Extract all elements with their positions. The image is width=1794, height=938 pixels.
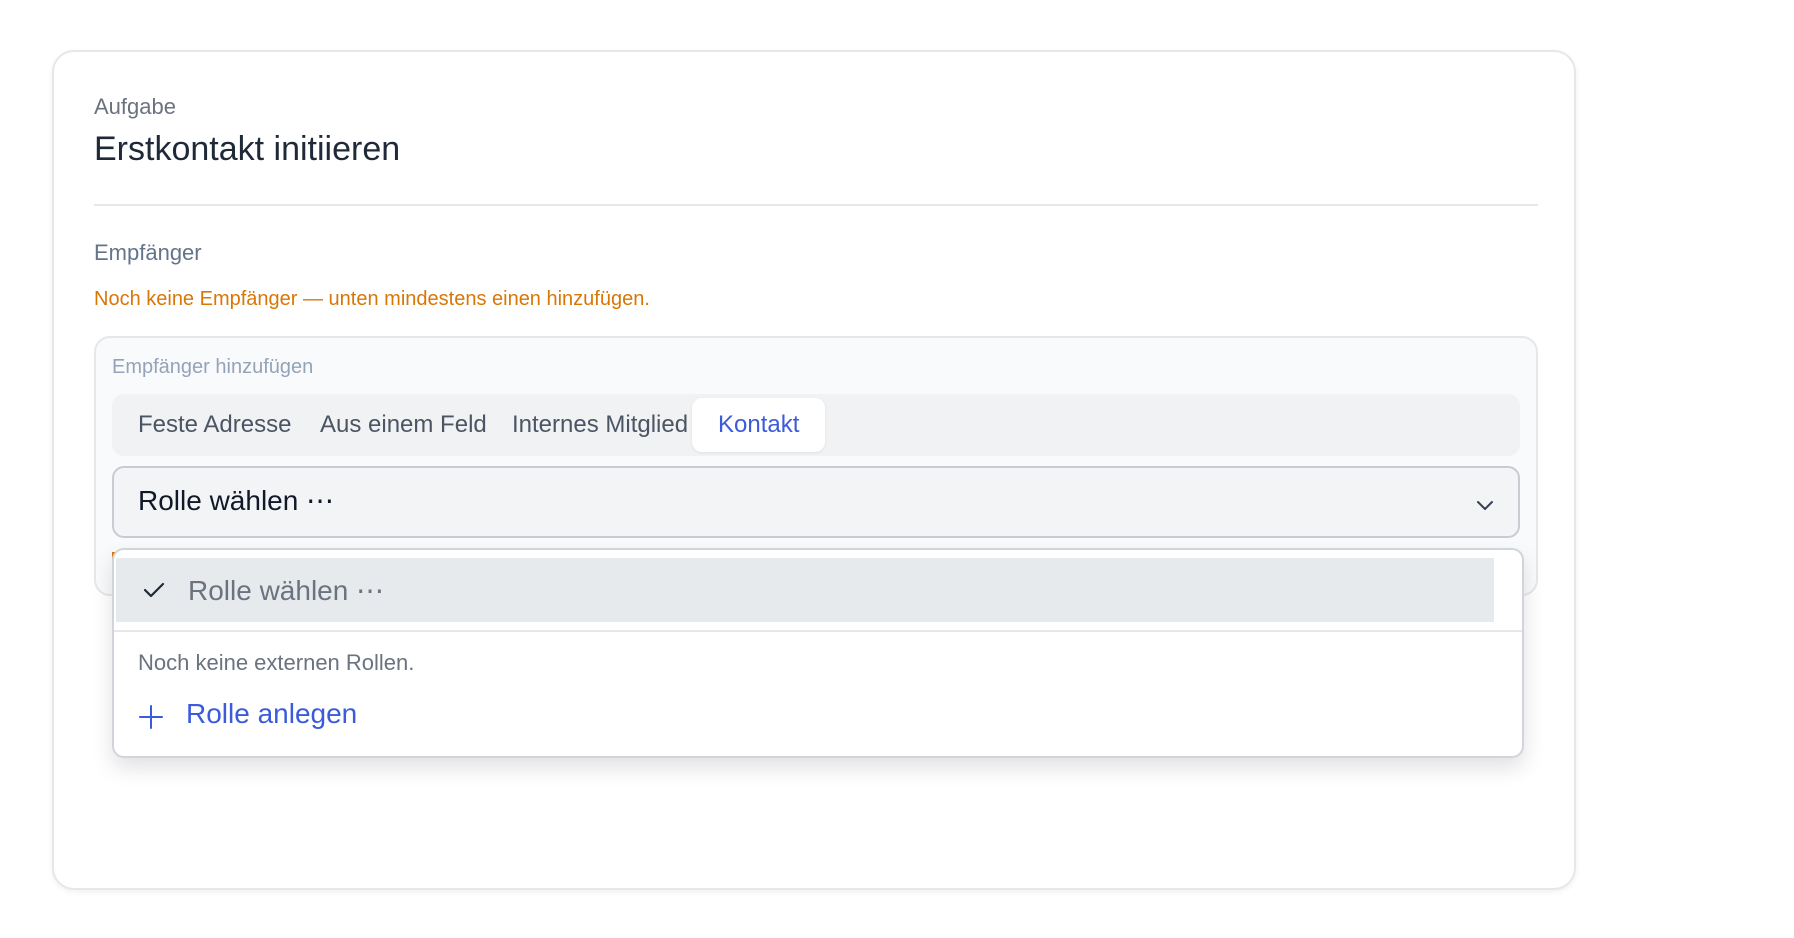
create-role-label: Rolle anlegen <box>186 698 358 729</box>
tab-feste-adresse[interactable]: Feste Adresse <box>112 398 317 452</box>
tab-kontakt[interactable]: Kontakt <box>692 398 826 452</box>
task-card: Aufgabe Erstkontakt initiieren Empfänger… <box>52 50 1576 890</box>
header-divider <box>94 204 1538 206</box>
section-kicker: Aufgabe <box>94 94 176 119</box>
role-dropdown-menu: Rolle wählen ⋯ Noch keine externen Rolle… <box>112 548 1524 758</box>
role-select-value: Rolle wählen ⋯ <box>138 485 335 516</box>
add-recipient-title: Empfänger hinzufügen <box>112 356 314 378</box>
no-roles-note: Noch keine externen Rollen. <box>138 650 415 675</box>
dropdown-divider <box>114 630 1522 632</box>
role-option-label: Rolle wählen ⋯ <box>188 575 385 606</box>
role-option-placeholder[interactable]: Rolle wählen ⋯ <box>116 558 1494 622</box>
page-title: Erstkontakt initiieren <box>94 130 401 168</box>
recipient-type-tabs: Feste Adresse Aus einem Feld Internes Mi… <box>112 394 1520 456</box>
tab-aus-einem-feld[interactable]: Aus einem Feld <box>294 398 513 452</box>
tab-internes-mitglied[interactable]: Internes Mitglied <box>486 398 714 452</box>
chevron-down-icon <box>1477 501 1493 510</box>
plus-icon <box>139 705 163 729</box>
recipients-label: Empfänger <box>94 240 202 265</box>
role-select[interactable]: Rolle wählen ⋯ <box>112 466 1520 538</box>
check-icon <box>143 582 165 598</box>
recipients-warning: Noch keine Empfänger — unten mindestens … <box>94 288 650 310</box>
